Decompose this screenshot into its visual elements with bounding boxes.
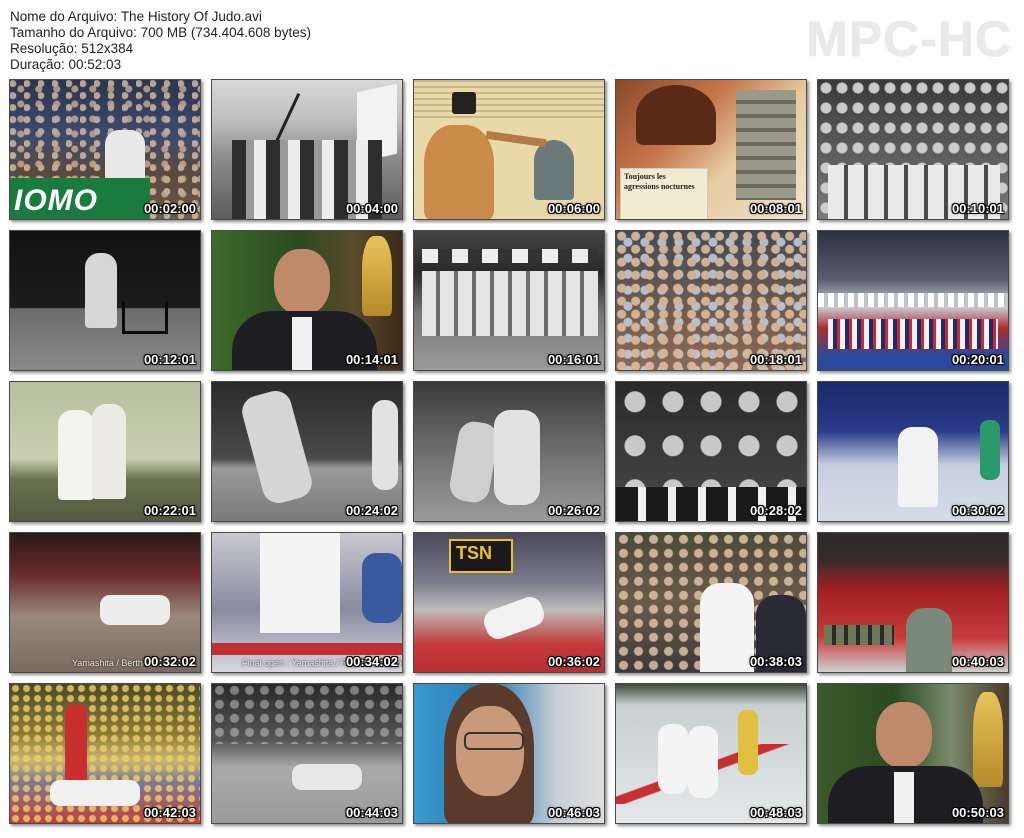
timestamp-label: 00:30:02 <box>951 503 1004 518</box>
timestamp-label: 00:50:03 <box>951 805 1004 820</box>
timestamp-label: 00:28:02 <box>749 503 802 518</box>
thumbnail: 00:26:02 <box>413 381 605 522</box>
thumbnail: 00:06:00 <box>413 79 605 220</box>
thumbnail: 00:48:03 <box>615 683 807 824</box>
thumbnail: 00:38:03 <box>615 532 807 673</box>
timestamp-label: 00:10:01 <box>951 201 1004 216</box>
timestamp-label: 00:32:02 <box>143 654 196 669</box>
resolution-label: Resolução: 512x384 <box>10 41 134 56</box>
thumbnail: Final open : Yamashita / Rashwan Egypte 0… <box>211 532 403 673</box>
timestamp-label: 00:38:03 <box>749 654 802 669</box>
thumbnail: TSN 00:36:02 <box>413 532 605 673</box>
timestamp-label: 00:46:03 <box>547 805 600 820</box>
thumbnail: 00:40:03 <box>817 532 1009 673</box>
file-name-label: Nome do Arquivo: The History Of Judo.avi <box>10 9 262 24</box>
timestamp-label: 00:20:01 <box>951 352 1004 367</box>
timestamp-label: 00:04:00 <box>345 201 398 216</box>
timestamp-label: 00:42:03 <box>143 805 196 820</box>
video-caption: Yamashita / Berthe <box>72 658 148 668</box>
mpc-hc-logo: MPC-HC <box>806 11 1012 67</box>
thumbnail: 00:24:02 <box>211 381 403 522</box>
thumbnail: 00:42:03 <box>9 683 201 824</box>
timestamp-label: 00:24:02 <box>345 503 398 518</box>
thumbnail: 00:28:02 <box>615 381 807 522</box>
file-info-panel: Nome do Arquivo: The History Of Judo.avi… <box>10 9 311 73</box>
timestamp-label: 00:48:03 <box>749 805 802 820</box>
timestamp-label: 00:34:02 <box>345 654 398 669</box>
timestamp-label: 00:26:02 <box>547 503 600 518</box>
duration-label: Duração: 00:52:03 <box>10 57 122 72</box>
thumbnail: 00:46:03 <box>413 683 605 824</box>
overlay-text: Toujours les agressions nocturnes <box>624 172 695 191</box>
thumbnail: 00:10:01 <box>817 79 1009 220</box>
thumbnail: 00:16:01 <box>413 230 605 371</box>
thumbnail: 00:14:01 <box>211 230 403 371</box>
thumbnail: 00:20:01 <box>817 230 1009 371</box>
thumbnail: 00:04:00 <box>211 79 403 220</box>
timestamp-label: 00:08:01 <box>749 201 802 216</box>
timestamp-label: 00:40:03 <box>951 654 1004 669</box>
file-size-label: Tamanho do Arquivo: 700 MB (734.404.608 … <box>10 25 311 40</box>
thumbnail: 00:18:01 <box>615 230 807 371</box>
timestamp-label: 00:16:01 <box>547 352 600 367</box>
thumbnail-grid: IOMO 00:02:00 00:04:00 00:06:00 Toujours … <box>9 79 1015 827</box>
thumbnail: 00:44:03 <box>211 683 403 824</box>
timestamp-label: 00:22:01 <box>143 503 196 518</box>
timestamp-label: 00:36:02 <box>547 654 600 669</box>
thumbnail: 00:50:03 <box>817 683 1009 824</box>
timestamp-label: 00:14:01 <box>345 352 398 367</box>
thumbnail: 00:30:02 <box>817 381 1009 522</box>
thumbnail: Toujours les agressions nocturnes 00:08:0… <box>615 79 807 220</box>
timestamp-label: 00:06:00 <box>547 201 600 216</box>
timestamp-label: 00:02:00 <box>143 201 196 216</box>
thumbnail: 00:12:01 <box>9 230 201 371</box>
thumbnail: 00:22:01 <box>9 381 201 522</box>
overlay-text: IOMO <box>14 184 98 217</box>
timestamp-label: 00:44:03 <box>345 805 398 820</box>
thumbnail: Yamashita / Berthe 00:32:02 <box>9 532 201 673</box>
thumbnail: IOMO 00:02:00 <box>9 79 201 220</box>
timestamp-label: 00:12:01 <box>143 352 196 367</box>
timestamp-label: 00:18:01 <box>749 352 802 367</box>
overlay-text: TSN <box>456 543 492 563</box>
